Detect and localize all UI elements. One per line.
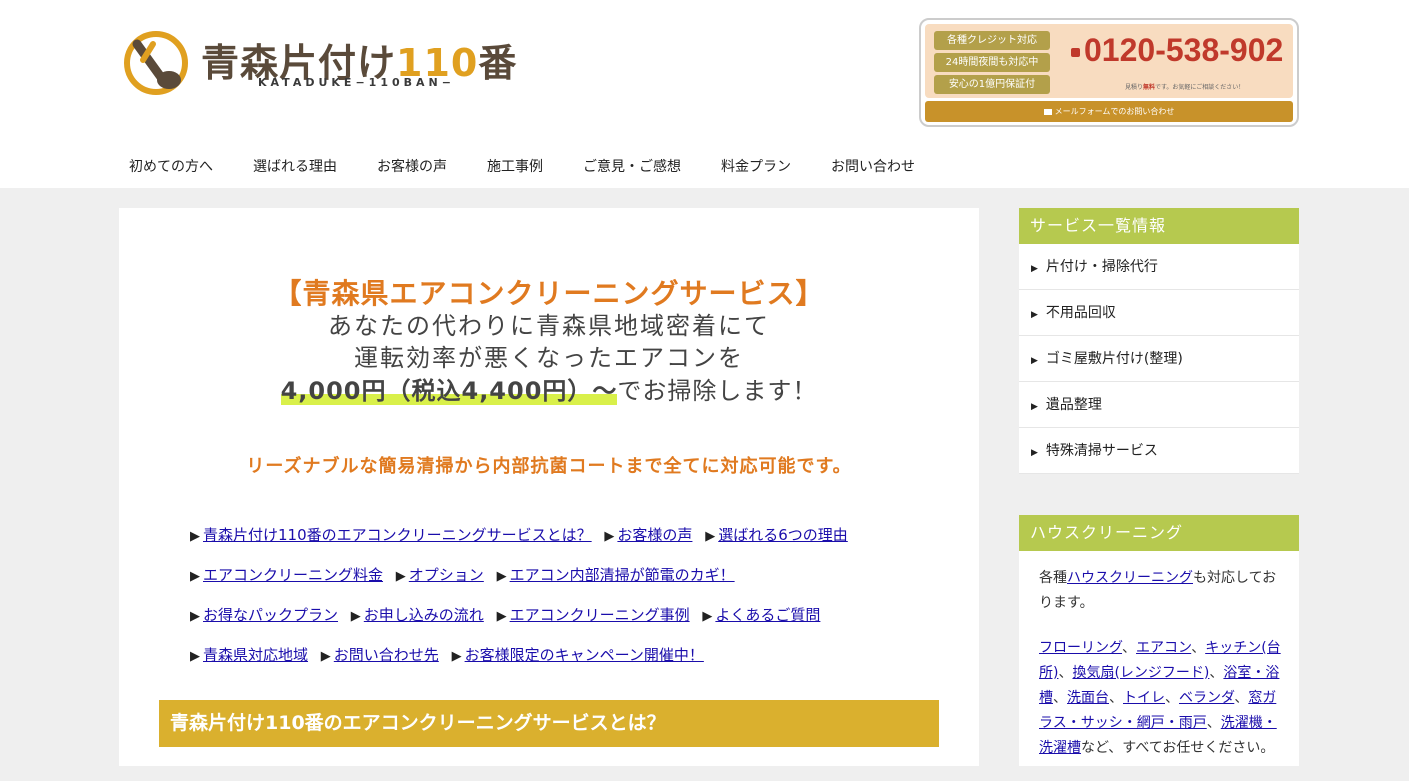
site-logo[interactable]: 青森片付け110番 KATADUKE−110BAN− [123, 30, 543, 96]
triangle-right-icon: ▶ [1031, 402, 1038, 412]
logo-subtitle: KATADUKE−110BAN− [258, 76, 455, 89]
page-toc: ▶ 青森片付け110番のエアコンクリーニングサービスとは？ ▶ お客様の声 ▶ 選ばれ… [190, 524, 950, 684]
toc-link[interactable]: エアコンクリーニング料金 [203, 566, 383, 584]
catch-copy: リーズナブルな簡易清掃から内部抗菌コートまで全てに対応可能です。 [246, 456, 852, 477]
credit-badge: 各種クレジット対応 [934, 31, 1050, 50]
toc-link[interactable]: お問い合わせ先 [334, 646, 439, 664]
price-highlight: 4,000円（税込4,400円）〜 [280, 377, 618, 405]
triangle-right-icon: ▶ [1031, 356, 1038, 366]
toc-link[interactable]: お客様の声 [617, 526, 692, 544]
nav-pricing[interactable]: 料金プラン [721, 156, 791, 176]
phone-icon [1071, 48, 1080, 58]
service-item-hoarder[interactable]: ▶ ゴミ屋敷片付け(整理) [1019, 336, 1299, 382]
nav-cases[interactable]: 施工事例 [487, 156, 543, 176]
triangle-right-icon: ▶ [1031, 264, 1038, 274]
sidebar-house-cleaning: ハウスクリーニング 各種ハウスクリーニングも対応しております。 フローリング、エ… [1019, 515, 1299, 766]
link-toilet[interactable]: トイレ [1123, 690, 1165, 706]
section-heading: 青森片付け110番のエアコンクリーニングサービスとは？ [159, 700, 939, 747]
site-header: 青森片付け110番 KATADUKE−110BAN− 各種クレジット対応 24時… [0, 0, 1409, 188]
service-list: ▶ 片付け・掃除代行 ▶ 不用品回収 ▶ ゴミ屋敷片付け(整理) ▶ 遺品整理 ▶ 特殊清… [1019, 244, 1299, 474]
nav-reasons[interactable]: 選ばれる理由 [253, 156, 337, 176]
toc-link[interactable]: エアコン内部清掃が節電のカギ！ [510, 566, 735, 584]
service-item-junk[interactable]: ▶ 不用品回収 [1019, 290, 1299, 336]
toc-link[interactable]: お申し込みの流れ [364, 606, 484, 624]
house-cleaning-body: 各種ハウスクリーニングも対応しております。 フローリング、エアコン、キッチン(台… [1039, 570, 1281, 756]
nav-contact[interactable]: お問い合わせ [831, 156, 915, 176]
toc-row: ▶ 青森片付け110番のエアコンクリーニングサービスとは？ ▶ お客様の声 ▶ 選ばれ… [190, 526, 848, 544]
toc-link[interactable]: よくあるご質問 [715, 606, 820, 624]
hero-line-1: あなたの代わりに青森県地域密着にて [328, 312, 770, 340]
service-item-special[interactable]: ▶ 特殊清掃サービス [1019, 428, 1299, 474]
link-washbasin[interactable]: 洗面台 [1067, 690, 1109, 706]
guarantee-badge: 安心の1億円保証付 [934, 75, 1050, 94]
logo-mark-icon [124, 31, 188, 95]
hero: 【青森県エアコンクリーニングサービス】 あなたの代わりに青森県地域密着にて 運転… [119, 278, 979, 408]
link-aircon[interactable]: エアコン [1136, 640, 1191, 656]
main-content: 【青森県エアコンクリーニングサービス】 あなたの代わりに青森県地域密着にて 運転… [119, 208, 979, 766]
toc-row: ▶ 青森県対応地域 ▶ お問い合わせ先 ▶ お客様限定のキャンペーン開催中！ [190, 646, 704, 664]
free-estimate-note: 見積り無料です。お気軽にご相談ください！ [1125, 84, 1245, 91]
mail-form-button[interactable]: メールフォームでのお問い合わせ [925, 101, 1293, 122]
house-cleaning-link[interactable]: ハウスクリーニング [1067, 570, 1193, 586]
link-range-hood[interactable]: 換気扇(レンジフード) [1072, 665, 1209, 681]
toc-link[interactable]: 選ばれる6つの理由 [718, 526, 848, 544]
night-badge: 24時間夜間も対応中 [934, 53, 1050, 72]
service-item-cleanup[interactable]: ▶ 片付け・掃除代行 [1019, 244, 1299, 290]
house-cleaning-title: ハウスクリーニング [1019, 515, 1299, 551]
nav-first-time[interactable]: 初めての方へ [129, 156, 213, 176]
toc-link[interactable]: オプション [409, 566, 484, 584]
toc-link[interactable]: エアコンクリーニング事例 [510, 606, 690, 624]
nav-voices[interactable]: お客様の声 [377, 156, 447, 176]
toc-link[interactable]: 青森県対応地域 [203, 646, 308, 664]
toc-link[interactable]: 青森片付け110番のエアコンクリーニングサービスとは？ [203, 526, 592, 544]
toc-link[interactable]: お客様限定のキャンペーン開催中！ [465, 646, 704, 664]
link-veranda[interactable]: ベランダ [1179, 690, 1234, 706]
toc-row: ▶ お得なパックプラン ▶ お申し込みの流れ ▶ エアコンクリーニング事例 ▶ よくある… [190, 606, 821, 624]
contact-box: 各種クレジット対応 24時間夜間も対応中 安心の1億円保証付 0120-538-… [919, 18, 1299, 127]
hero-line-2: 運転効率が悪くなったエアコンを [354, 344, 744, 372]
service-item-estate[interactable]: ▶ 遺品整理 [1019, 382, 1299, 428]
hero-price: 4,000円（税込4,400円）〜でお掃除します！ [280, 377, 818, 405]
phone-number[interactable]: 0120-538-902 [1071, 32, 1283, 69]
hero-title: 【青森県エアコンクリーニングサービス】 [273, 277, 825, 310]
nav-feedback[interactable]: ご意見・ご感想 [583, 156, 681, 176]
global-nav: 初めての方へ 選ばれる理由 お客様の声 施工事例 ご意見・ご感想 料金プラン お… [129, 156, 955, 176]
sidebar-services: サービス一覧情報 ▶ 片付け・掃除代行 ▶ 不用品回収 ▶ ゴミ屋敷片付け(整理) ▶… [1019, 208, 1299, 474]
toc-row: ▶ エアコンクリーニング料金 ▶ オプション ▶ エアコン内部清掃が節電のカギ！ [190, 566, 735, 584]
triangle-right-icon: ▶ [1031, 310, 1038, 320]
link-flooring[interactable]: フローリング [1039, 640, 1122, 656]
triangle-right-icon: ▶ [1031, 448, 1038, 458]
toc-link[interactable]: お得なパックプラン [203, 606, 338, 624]
sidebar-title: サービス一覧情報 [1019, 208, 1299, 244]
contact-panel: 各種クレジット対応 24時間夜間も対応中 安心の1億円保証付 0120-538-… [925, 24, 1293, 98]
